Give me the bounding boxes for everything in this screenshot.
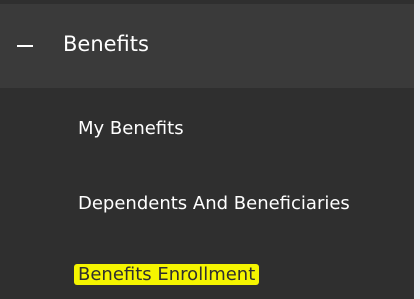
benefits-section-header[interactable]: Benefits	[0, 4, 414, 88]
menu-item-dependents-and-beneficiaries[interactable]: Dependents And Beneficiaries	[78, 193, 350, 214]
section-title: Benefits	[63, 32, 149, 56]
right-border	[414, 0, 420, 299]
minus-icon[interactable]	[14, 4, 36, 88]
menu-item-benefits-enrollment[interactable]: Benefits Enrollment	[74, 264, 260, 285]
benefits-nav-panel: Benefits My Benefits Dependents And Bene…	[0, 0, 414, 299]
menu-item-my-benefits[interactable]: My Benefits	[78, 118, 184, 139]
